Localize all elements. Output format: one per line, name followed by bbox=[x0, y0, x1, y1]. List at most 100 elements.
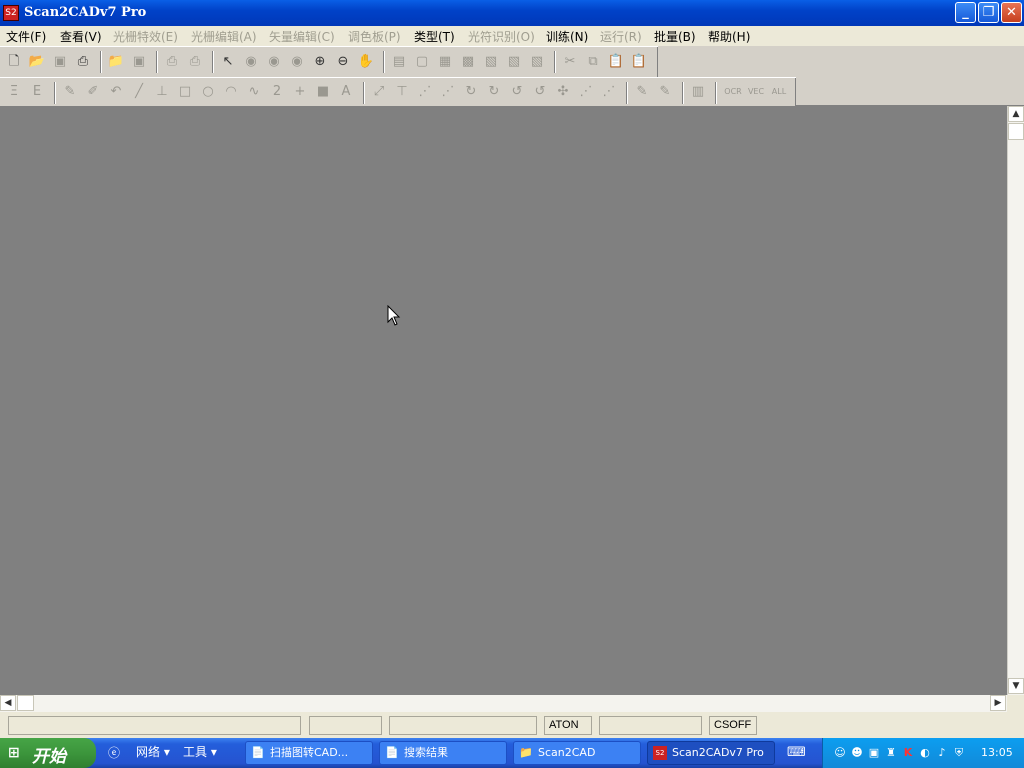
ocr-button[interactable]: OCR bbox=[722, 83, 744, 101]
antivirus-icon[interactable]: ♜ bbox=[884, 746, 898, 760]
eraser-left-icon[interactable]: Ξ bbox=[5, 83, 23, 101]
save-icon[interactable]: ▣ bbox=[51, 53, 69, 71]
eraser-right-icon[interactable]: Ε bbox=[28, 83, 46, 101]
vec-node2-icon[interactable]: ⋰ bbox=[439, 83, 457, 101]
view-eye-icon[interactable]: ◉ bbox=[242, 53, 260, 71]
grid3-icon[interactable]: ▦ bbox=[436, 53, 454, 71]
perpendicular-icon[interactable]: ⊥ bbox=[153, 83, 171, 101]
save-as-icon[interactable]: ▣ bbox=[130, 53, 148, 71]
minimize-button[interactable]: _ bbox=[955, 2, 976, 23]
quicklaunch-network[interactable]: 网络 ▾ bbox=[136, 743, 170, 760]
task-scan2cad-folder[interactable]: 📁 Scan2CAD bbox=[513, 741, 641, 765]
shield-icon[interactable]: ⛨ bbox=[952, 746, 966, 760]
all-button[interactable]: ALL bbox=[768, 83, 790, 101]
vec-node9-icon[interactable]: ⋰ bbox=[600, 83, 618, 101]
quicklaunch-tools[interactable]: 工具 ▾ bbox=[183, 743, 217, 760]
pencil-icon[interactable]: ✎ bbox=[61, 83, 79, 101]
edit-pen-icon[interactable]: ✎ bbox=[633, 83, 651, 101]
vec-node1-icon[interactable]: ⋰ bbox=[416, 83, 434, 101]
vertical-scroll-thumb[interactable] bbox=[1008, 123, 1024, 140]
scan-icon[interactable]: ⎙ bbox=[74, 53, 92, 71]
menu-run[interactable]: 运行(R) bbox=[600, 28, 642, 45]
scroll-right-icon[interactable]: ▶ bbox=[990, 695, 1006, 711]
menu-type[interactable]: 类型(T) bbox=[414, 28, 455, 45]
close-button[interactable]: ✕ bbox=[1001, 2, 1022, 23]
vec-node6-icon[interactable]: ↺ bbox=[531, 83, 549, 101]
menu-batch[interactable]: 批量(B) bbox=[654, 28, 696, 45]
menu-view[interactable]: 查看(V) bbox=[60, 28, 102, 45]
network-icon[interactable]: ▣ bbox=[867, 746, 881, 760]
view-eye3-icon[interactable]: ◉ bbox=[288, 53, 306, 71]
vec-node8-icon[interactable]: ⋰ bbox=[577, 83, 595, 101]
grid1-icon[interactable]: ▤ bbox=[390, 53, 408, 71]
paste-icon[interactable]: 📋 bbox=[607, 53, 625, 71]
copy-icon[interactable]: ⧉ bbox=[584, 53, 602, 71]
cut-icon[interactable]: ✂ bbox=[561, 53, 579, 71]
horizontal-scrollbar[interactable]: ◀ ▶ bbox=[0, 695, 1007, 712]
fill-square-icon[interactable]: ■ bbox=[314, 83, 332, 101]
print-preview-icon[interactable]: ⎙ bbox=[186, 53, 204, 71]
vec-node4-icon[interactable]: ↻ bbox=[485, 83, 503, 101]
rectangle-icon[interactable]: □ bbox=[176, 83, 194, 101]
vec-dim-icon[interactable]: ⊤ bbox=[393, 83, 411, 101]
vertical-scrollbar[interactable]: ▲ ▼ bbox=[1007, 106, 1024, 695]
start-button[interactable]: ⊞ 开始 bbox=[0, 738, 96, 768]
pan-hand-icon[interactable]: ✋ bbox=[357, 53, 375, 71]
undo-arc-icon[interactable]: ↶ bbox=[107, 83, 125, 101]
grid7-icon[interactable]: ▧ bbox=[528, 53, 546, 71]
menu-train[interactable]: 训练(N) bbox=[546, 28, 588, 45]
vec-button[interactable]: VEC bbox=[745, 83, 767, 101]
line-icon[interactable]: ╱ bbox=[130, 83, 148, 101]
horizontal-scroll-thumb[interactable] bbox=[17, 695, 34, 711]
menu-help[interactable]: 帮助(H) bbox=[708, 28, 750, 45]
grid5-icon[interactable]: ▧ bbox=[482, 53, 500, 71]
menu-vector-edit[interactable]: 矢量编辑(C) bbox=[269, 28, 335, 45]
menu-ocr[interactable]: 光符识别(O) bbox=[468, 28, 535, 45]
view-eye2-icon[interactable]: ◉ bbox=[265, 53, 283, 71]
vec-node3-icon[interactable]: ↻ bbox=[462, 83, 480, 101]
task-scan2cad-app[interactable]: S2 Scan2CADv7 Pro bbox=[647, 741, 775, 765]
k-icon[interactable]: K bbox=[901, 746, 915, 760]
brush-icon[interactable]: ✐ bbox=[84, 83, 102, 101]
select-arrow-icon[interactable]: ↖ bbox=[219, 53, 237, 71]
grid2-icon[interactable]: ▢ bbox=[413, 53, 431, 71]
new-file-icon[interactable]: 🗋 bbox=[5, 53, 23, 71]
grid4-icon[interactable]: ▩ bbox=[459, 53, 477, 71]
edit-pen2-icon[interactable]: ✎ bbox=[656, 83, 674, 101]
task-scan-to-cad-doc[interactable]: 📄 扫描图转CAD... bbox=[245, 741, 373, 765]
menu-raster-effects[interactable]: 光栅特效(E) bbox=[113, 28, 178, 45]
title-bar[interactable]: S2 Scan2CADv7 Pro _ ❐ ✕ bbox=[0, 0, 1024, 26]
vec-line-icon[interactable]: ⤢ bbox=[370, 83, 388, 101]
layout-icon[interactable]: ▥ bbox=[689, 83, 707, 101]
menu-palette[interactable]: 调色板(P) bbox=[348, 28, 401, 45]
scroll-left-icon[interactable]: ◀ bbox=[0, 695, 16, 711]
qq-icon[interactable]: ☺ bbox=[833, 746, 847, 760]
task-search-results[interactable]: 📄 搜索结果 bbox=[379, 741, 507, 765]
messenger-icon[interactable]: ☻ bbox=[850, 746, 864, 760]
point-icon[interactable]: + bbox=[291, 83, 309, 101]
open-file-icon[interactable]: 📂 bbox=[28, 53, 46, 71]
speaker-icon[interactable]: ◐ bbox=[918, 746, 932, 760]
vec-node7-icon[interactable]: ✣ bbox=[554, 83, 572, 101]
scroll-up-icon[interactable]: ▲ bbox=[1008, 106, 1024, 122]
grid6-icon[interactable]: ▧ bbox=[505, 53, 523, 71]
arc-icon[interactable]: ◠ bbox=[222, 83, 240, 101]
volume-icon[interactable]: ♪ bbox=[935, 746, 949, 760]
text-icon[interactable]: A bbox=[337, 83, 355, 101]
vec-node5-icon[interactable]: ↺ bbox=[508, 83, 526, 101]
menu-raster-edit[interactable]: 光栅编辑(A) bbox=[191, 28, 257, 45]
keyboard-icon[interactable]: ⌨ bbox=[787, 745, 806, 760]
scroll-down-icon[interactable]: ▼ bbox=[1008, 678, 1024, 694]
zoom-out-icon[interactable]: ⊖ bbox=[334, 53, 352, 71]
zoom-in-icon[interactable]: ⊕ bbox=[311, 53, 329, 71]
spline-icon[interactable]: ∿ bbox=[245, 83, 263, 101]
paste-special-icon[interactable]: 📋 bbox=[630, 53, 648, 71]
print-icon[interactable]: ⎙ bbox=[163, 53, 181, 71]
circle-icon[interactable]: ○ bbox=[199, 83, 217, 101]
ie-icon[interactable]: ⓔ bbox=[108, 744, 120, 761]
drawing-canvas[interactable] bbox=[0, 106, 1007, 695]
number-icon[interactable]: 2 bbox=[268, 83, 286, 101]
maximize-button[interactable]: ❐ bbox=[978, 2, 999, 23]
open-folder-icon[interactable]: 📁 bbox=[107, 53, 125, 71]
menu-file[interactable]: 文件(F) bbox=[6, 28, 46, 45]
